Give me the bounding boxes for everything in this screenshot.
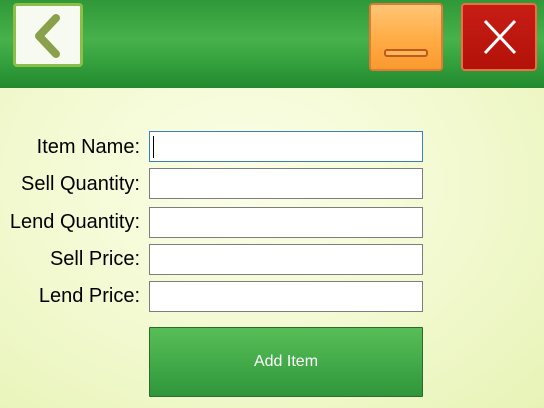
lend-quantity-input[interactable] — [149, 207, 423, 238]
chevron-left-icon — [35, 14, 60, 58]
minimize-icon — [384, 49, 428, 57]
text-cursor — [153, 136, 154, 158]
sell-price-label: Sell Price: — [49, 248, 140, 270]
item-name-input[interactable] — [149, 131, 423, 162]
add-item-button[interactable]: Add Item — [149, 327, 423, 397]
minimize-button[interactable] — [369, 3, 443, 71]
lend-price-input[interactable] — [149, 281, 423, 312]
close-icon — [483, 19, 517, 55]
close-button[interactable] — [461, 3, 537, 71]
item-name-label: Item Name: — [36, 136, 140, 158]
lend-price-label: Lend Price: — [38, 285, 140, 307]
lend-quantity-label: Lend Quantity: — [9, 211, 140, 233]
back-button[interactable] — [13, 3, 83, 67]
sell-price-input[interactable] — [149, 244, 423, 275]
sell-quantity-input[interactable] — [149, 168, 423, 199]
title-bar — [0, 0, 544, 88]
sell-quantity-label: Sell Quantity: — [21, 173, 140, 195]
